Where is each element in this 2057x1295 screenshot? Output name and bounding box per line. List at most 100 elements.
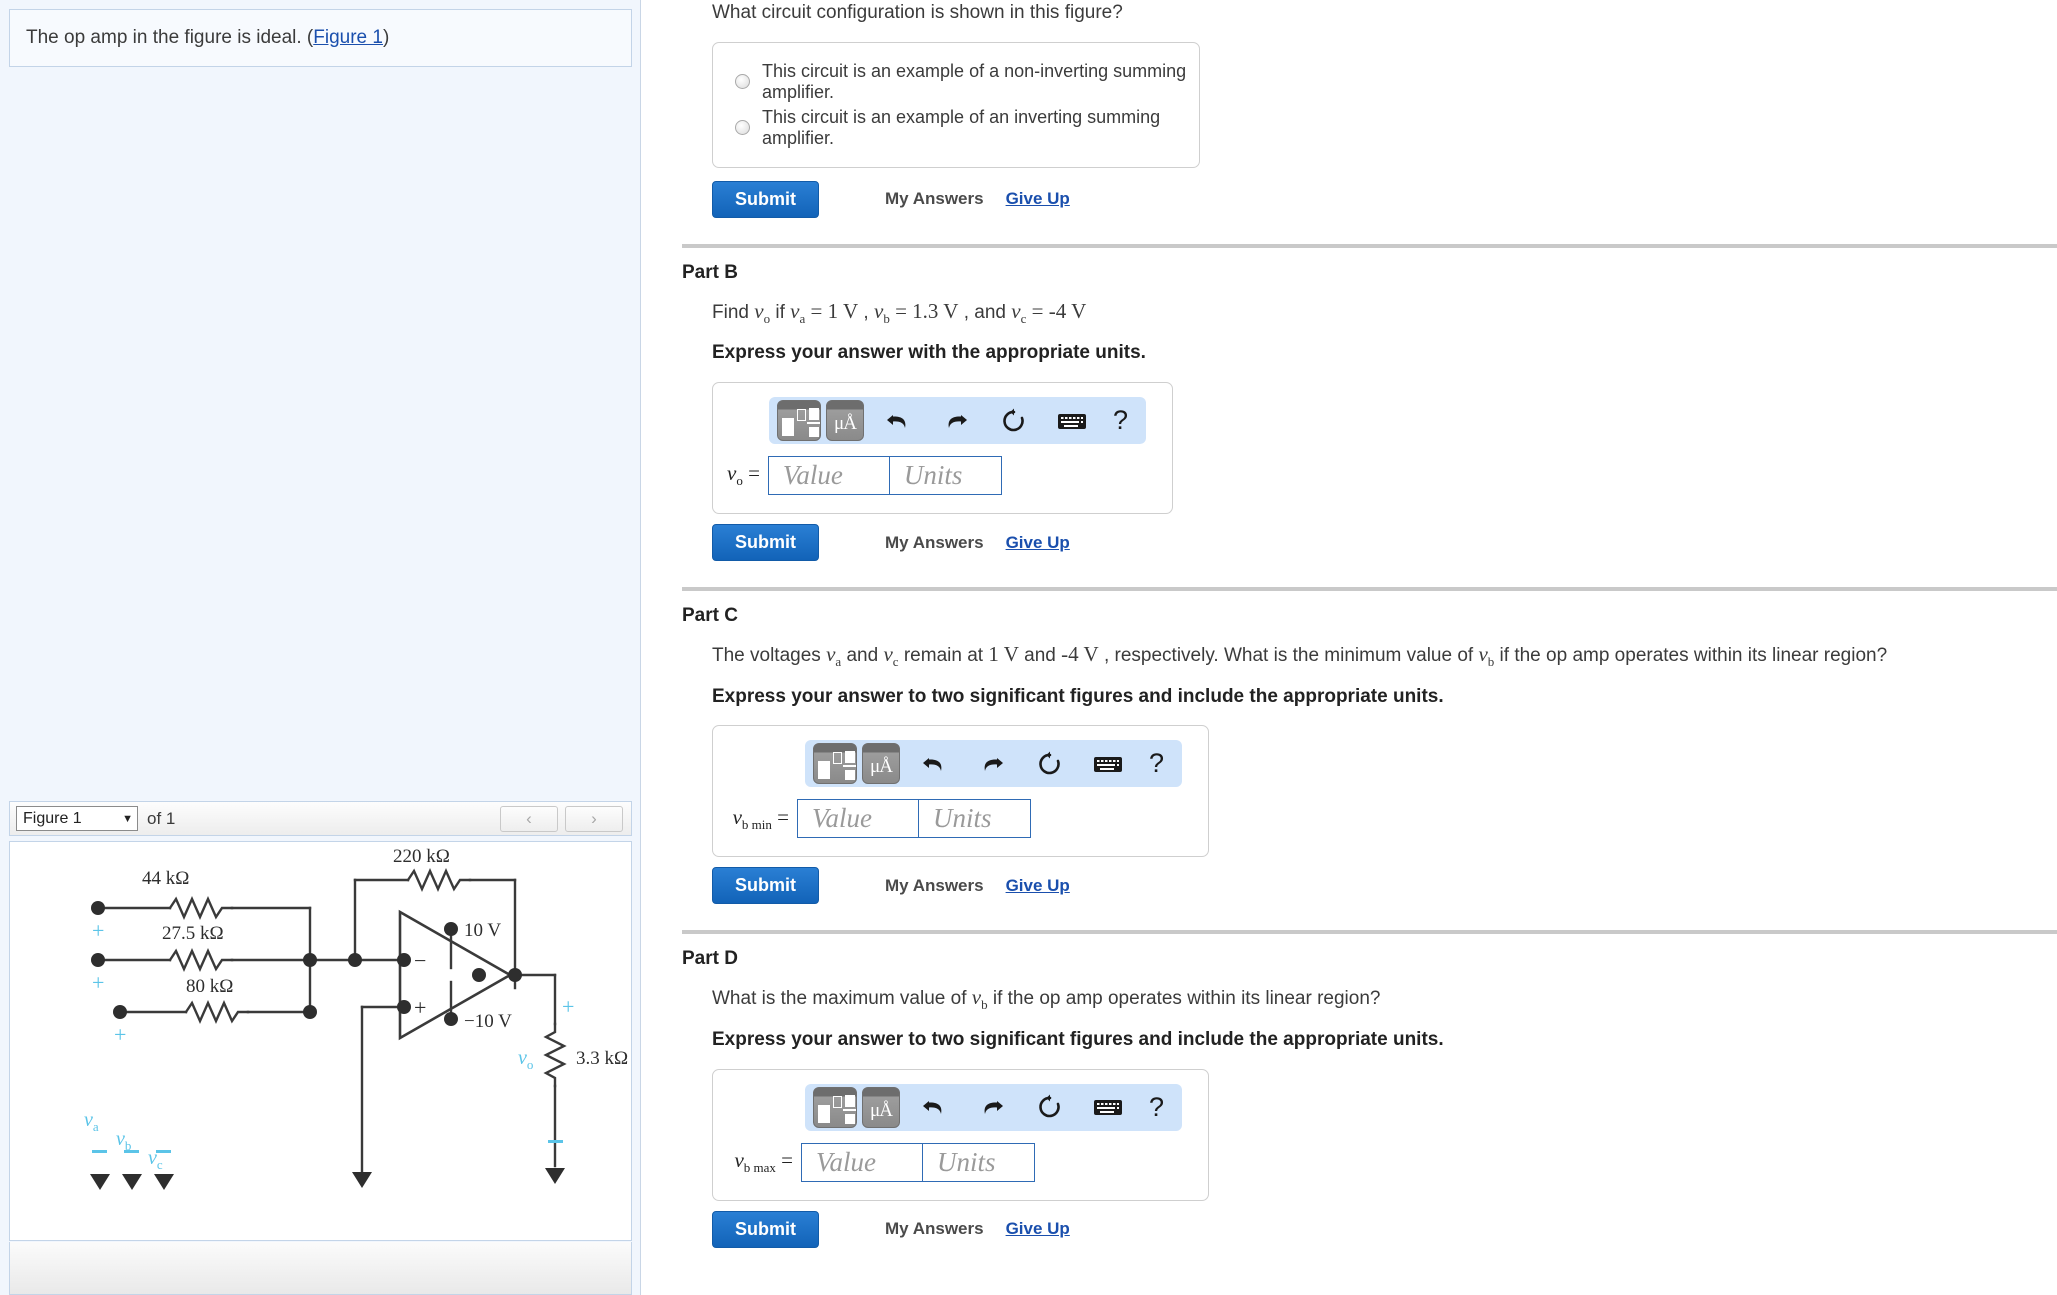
math-template-icon[interactable] — [813, 743, 857, 785]
keyboard-icon[interactable] — [1093, 1092, 1123, 1122]
term-vb: vb — [873, 298, 890, 326]
seg: if the op amp operates within its linear… — [1494, 645, 1888, 667]
choice-label: This circuit is an example of an inverti… — [762, 106, 1161, 148]
supply-label-pos: 10 V — [464, 920, 501, 941]
polarity-plus-vc: + — [114, 1022, 126, 1047]
math-toolbar: μÅ ? — [805, 740, 1183, 788]
value-input[interactable]: Value — [797, 799, 919, 839]
redo-icon[interactable] — [977, 1092, 1007, 1122]
label-vo: vo — [518, 1047, 533, 1072]
figure-link[interactable]: Figure 1 — [313, 27, 383, 49]
supply-label-neg: −10 V — [464, 1011, 512, 1032]
polarity-plus-va: + — [92, 918, 104, 943]
undo-icon[interactable] — [919, 749, 949, 779]
term-sep: , — [858, 301, 874, 323]
figure-count-label: of 1 — [147, 808, 176, 828]
units-input[interactable]: Units — [889, 456, 1002, 496]
polarity-plus-vo: + — [562, 994, 574, 1019]
figure-select[interactable]: Figure 1 ▼ — [16, 806, 138, 831]
part-c-question: The voltages va and vc remain at 1 V and… — [712, 640, 2057, 671]
my-answers-link[interactable]: My Answers — [885, 876, 984, 896]
seg-val: 1 V — [988, 642, 1019, 667]
value-input[interactable]: Value — [801, 1142, 923, 1182]
circuit-diagram: 44 kΩ 27.5 kΩ 80 kΩ 220 kΩ 3.3 kΩ 10 V −… — [84, 846, 628, 1190]
term-eq: = — [1026, 298, 1049, 323]
reset-icon[interactable] — [1035, 749, 1065, 779]
redo-icon[interactable] — [941, 406, 971, 436]
give-up-link[interactable]: Give Up — [1006, 1219, 1070, 1239]
part-d-section: Part D What is the maximum value of vb i… — [682, 948, 2057, 1248]
math-template-icon[interactable] — [813, 1086, 857, 1128]
part-c-title: Part C — [682, 605, 738, 627]
prev-figure-button[interactable]: ‹ — [500, 805, 558, 832]
problem-page: The op amp in the figure is ideal. (Figu… — [0, 0, 2057, 1295]
micro-angstrom-units-icon[interactable]: μÅ — [862, 1086, 900, 1128]
part-b-answer-card: μÅ ? vo = Value Units — [712, 382, 1174, 515]
part-d-instruction: Express your answer to two significant f… — [712, 1029, 1444, 1051]
opamp-noninverting-sign: + — [414, 995, 426, 1020]
undo-icon[interactable] — [919, 1092, 949, 1122]
chevron-left-icon: ‹ — [526, 808, 532, 828]
part-b-title: Part B — [682, 261, 738, 283]
my-answers-link[interactable]: My Answers — [885, 189, 984, 209]
part-d-actions: Submit My Answers Give Up — [712, 1210, 2057, 1248]
intro-text-before: The op amp in the figure is ideal. ( — [26, 27, 314, 48]
submit-button[interactable]: Submit — [712, 1210, 819, 1248]
part-b-answer-row: vo = Value Units — [727, 456, 1146, 496]
keyboard-icon[interactable] — [1093, 749, 1123, 779]
part-c-instruction: Express your answer to two significant f… — [712, 685, 1444, 707]
answer-variable-label: vo = — [727, 461, 760, 489]
seg-val: -4 V — [1061, 642, 1099, 667]
choice-row[interactable]: This circuit is an example of an inverti… — [735, 107, 1189, 149]
help-icon[interactable]: ? — [1113, 405, 1128, 436]
choice-row[interactable]: This circuit is an example of a non-inve… — [735, 61, 1189, 103]
choice-label: This circuit is an example of a non-inve… — [762, 60, 1187, 102]
units-input[interactable]: Units — [923, 1142, 1035, 1182]
radio-icon[interactable] — [735, 74, 750, 90]
my-answers-link[interactable]: My Answers — [885, 533, 984, 553]
give-up-link[interactable]: Give Up — [1006, 189, 1070, 209]
value-input[interactable]: Value — [767, 456, 890, 496]
term-val: -4 V — [1048, 298, 1087, 323]
answer-variable-label: vb max = — [734, 1148, 793, 1176]
radio-icon[interactable] — [735, 120, 750, 136]
seg-vb: vb — [1478, 642, 1495, 670]
my-answers-link[interactable]: My Answers — [885, 1219, 984, 1239]
micro-angstrom-units-icon[interactable]: μÅ — [826, 400, 864, 442]
part-a-actions: Submit My Answers Give Up — [712, 180, 2057, 218]
part-b-section: Part B Find vo if va = 1 V , vb = 1.3 V … — [682, 261, 2057, 562]
part-d-title: Part D — [682, 948, 738, 970]
term-eq: = — [805, 298, 828, 323]
keyboard-icon[interactable] — [1057, 406, 1087, 436]
question-pane: What circuit configuration is shown in t… — [641, 0, 2057, 1295]
part-d-answer-card: μÅ ? vb max = Value Units — [712, 1068, 1210, 1201]
help-icon[interactable]: ? — [1149, 1092, 1164, 1123]
micro-angstrom-units-icon[interactable]: μÅ — [862, 743, 900, 785]
help-icon[interactable]: ? — [1149, 748, 1164, 779]
figure-nav-bar: Figure 1 ▼ of 1 ‹ › — [9, 801, 632, 836]
redo-icon[interactable] — [977, 749, 1007, 779]
undo-icon[interactable] — [883, 406, 913, 436]
figure-viewport[interactable]: 44 kΩ 27.5 kΩ 80 kΩ 220 kΩ 3.3 kΩ 10 V −… — [9, 841, 632, 1241]
section-divider — [682, 587, 2057, 592]
submit-button[interactable]: Submit — [712, 867, 819, 905]
give-up-link[interactable]: Give Up — [1006, 876, 1070, 896]
part-d-answer-row: vb max = Value Units — [727, 1142, 1182, 1182]
figure-pager: ‹ › — [500, 805, 625, 832]
submit-button[interactable]: Submit — [712, 180, 819, 218]
submit-button[interactable]: Submit — [712, 524, 819, 562]
resistor-label-27p5k: 27.5 kΩ — [162, 923, 224, 944]
next-figure-button[interactable]: › — [565, 805, 623, 832]
figure-select-value: Figure 1 — [23, 809, 82, 827]
polarity-minus-va — [92, 1150, 107, 1153]
term-va: va — [790, 298, 806, 326]
part-b-instruction: Express your answer with the appropriate… — [712, 342, 1146, 364]
reset-icon[interactable] — [1035, 1092, 1065, 1122]
give-up-link[interactable]: Give Up — [1006, 533, 1070, 553]
reset-icon[interactable] — [999, 406, 1029, 436]
units-input[interactable]: Units — [919, 799, 1031, 839]
resistor-label-80k: 80 kΩ — [186, 976, 233, 997]
section-divider — [682, 930, 2057, 935]
part-a-question: What circuit configuration is shown in t… — [712, 2, 1123, 23]
math-template-icon[interactable] — [777, 400, 821, 442]
